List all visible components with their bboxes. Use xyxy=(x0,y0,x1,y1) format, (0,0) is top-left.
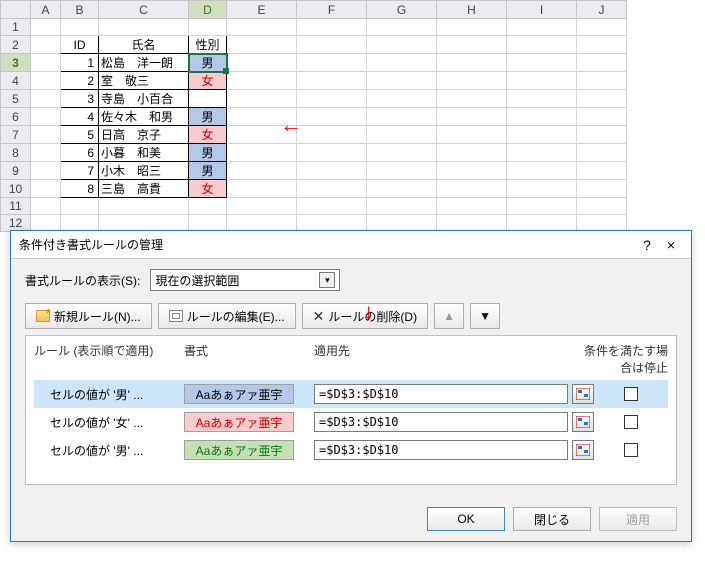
stop-if-true-checkbox[interactable] xyxy=(624,415,638,429)
cell-sex[interactable]: 男 xyxy=(189,162,227,180)
edit-rule-icon xyxy=(169,310,183,322)
cell-id[interactable]: 4 xyxy=(61,108,99,126)
row-8[interactable]: 8 xyxy=(1,144,31,162)
applies-to-input[interactable] xyxy=(314,384,568,404)
cell-name[interactable]: 佐々木 和男 xyxy=(99,108,189,126)
hdr-format: 書式 xyxy=(184,342,314,376)
row-4[interactable]: 4 xyxy=(1,72,31,90)
delete-icon: ✕ xyxy=(313,308,325,325)
hdr-name[interactable]: 氏名 xyxy=(99,36,189,54)
rules-list: ルール (表示順で適用) 書式 適用先 条件を満たす場合は停止 セルの値が '男… xyxy=(25,335,677,485)
show-rules-combo[interactable]: 現在の選択範囲 ▾ xyxy=(150,269,340,291)
stop-if-true-checkbox[interactable] xyxy=(624,443,638,457)
row-3[interactable]: 3 xyxy=(1,54,31,72)
cell-name[interactable]: 室 敬三 xyxy=(99,72,189,90)
arrow-annotation-left: ← xyxy=(280,112,302,138)
rule-row[interactable]: セルの値が '男' ...Aaあぁアァ亜宇 xyxy=(34,380,668,408)
rule-label: セルの値が '男' ... xyxy=(34,386,184,403)
hdr-stop: 条件を満たす場合は停止 xyxy=(574,342,668,376)
format-preview: Aaあぁアァ亜宇 xyxy=(184,412,294,432)
move-down-button[interactable]: ▼ xyxy=(470,303,500,329)
col-D[interactable]: D xyxy=(189,1,227,19)
range-select-button[interactable] xyxy=(572,412,594,432)
close-button[interactable]: 閉じる xyxy=(513,507,591,531)
row-7[interactable]: 7 xyxy=(1,126,31,144)
cell-sex[interactable]: 男 xyxy=(189,108,227,126)
spreadsheet: A B C D E F G H I J 1 2 ID 氏名 性別 31松島 洋一… xyxy=(0,0,705,232)
stop-if-true-checkbox[interactable] xyxy=(624,387,638,401)
new-rule-button[interactable]: 新規ルール(N)... xyxy=(25,303,152,329)
help-button[interactable]: ? xyxy=(635,237,659,253)
rule-row[interactable]: セルの値が '男' ...Aaあぁアァ亜宇 xyxy=(34,436,668,464)
row-11[interactable]: 11 xyxy=(1,198,31,215)
show-rules-value: 現在の選択範囲 xyxy=(155,272,239,289)
hdr-id[interactable]: ID xyxy=(61,36,99,54)
hdr-rule: ルール (表示順で適用) xyxy=(34,342,184,376)
rule-row[interactable]: セルの値が '女' ...Aaあぁアァ亜宇 xyxy=(34,408,668,436)
dialog-titlebar[interactable]: 条件付き書式ルールの管理 ? × xyxy=(11,231,691,259)
cell-name[interactable]: 三島 高貴 xyxy=(99,180,189,198)
col-I[interactable]: I xyxy=(507,1,577,19)
row-10[interactable]: 10 xyxy=(1,180,31,198)
triangle-up-icon: ▲ xyxy=(443,309,455,323)
arrow-annotation-down: ↓ xyxy=(363,299,374,325)
cell-name[interactable]: 小暮 和美 xyxy=(99,144,189,162)
dialog-title: 条件付き書式ルールの管理 xyxy=(19,236,163,253)
cell-id[interactable]: 1 xyxy=(61,54,99,72)
apply-button[interactable]: 適用 xyxy=(599,507,677,531)
row-2[interactable]: 2 xyxy=(1,36,31,54)
cell-sex[interactable]: 女 xyxy=(189,180,227,198)
format-preview: Aaあぁアァ亜宇 xyxy=(184,440,294,460)
cell-sex[interactable]: 男 xyxy=(189,54,227,72)
col-J[interactable]: J xyxy=(577,1,627,19)
move-up-button[interactable]: ▲ xyxy=(434,303,464,329)
cell-id[interactable]: 5 xyxy=(61,126,99,144)
format-preview: Aaあぁアァ亜宇 xyxy=(184,384,294,404)
chevron-down-icon: ▾ xyxy=(319,272,335,288)
applies-to-input[interactable] xyxy=(314,440,568,460)
range-select-button[interactable] xyxy=(572,440,594,460)
row-12[interactable]: 12 xyxy=(1,215,31,232)
select-all-cell[interactable] xyxy=(1,1,31,19)
cell-sex[interactable] xyxy=(189,90,227,108)
close-icon[interactable]: × xyxy=(659,237,683,253)
cell-name[interactable]: 日高 京子 xyxy=(99,126,189,144)
cell-id[interactable]: 6 xyxy=(61,144,99,162)
rule-label: セルの値が '男' ... xyxy=(34,442,184,459)
hdr-range: 適用先 xyxy=(314,342,574,376)
cf-rules-manager-dialog: 条件付き書式ルールの管理 ? × 書式ルールの表示(S): 現在の選択範囲 ▾ … xyxy=(10,230,692,542)
cell-name[interactable]: 寺島 小百合 xyxy=(99,90,189,108)
cell-name[interactable]: 小木 昭三 xyxy=(99,162,189,180)
range-select-button[interactable] xyxy=(572,384,594,404)
cell-sex[interactable]: 女 xyxy=(189,72,227,90)
col-B[interactable]: B xyxy=(61,1,99,19)
row-5[interactable]: 5 xyxy=(1,90,31,108)
col-F[interactable]: F xyxy=(297,1,367,19)
cell-name[interactable]: 松島 洋一朗 xyxy=(99,54,189,72)
row-6[interactable]: 6 xyxy=(1,108,31,126)
edit-rule-button[interactable]: ルールの編集(E)... xyxy=(158,303,296,329)
cell-sex[interactable]: 女 xyxy=(189,126,227,144)
hdr-sex[interactable]: 性別 xyxy=(189,36,227,54)
col-H[interactable]: H xyxy=(437,1,507,19)
col-G[interactable]: G xyxy=(367,1,437,19)
row-9[interactable]: 9 xyxy=(1,162,31,180)
rule-label: セルの値が '女' ... xyxy=(34,414,184,431)
triangle-down-icon: ▼ xyxy=(479,309,491,323)
cell-sex[interactable]: 男 xyxy=(189,144,227,162)
applies-to-input[interactable] xyxy=(314,412,568,432)
column-headers: A B C D E F G H I J xyxy=(1,1,627,19)
ok-button[interactable]: OK xyxy=(427,507,505,531)
row-1[interactable]: 1 xyxy=(1,19,31,36)
cell-id[interactable]: 8 xyxy=(61,180,99,198)
col-A[interactable]: A xyxy=(31,1,61,19)
show-rules-label: 書式ルールの表示(S): xyxy=(25,272,140,289)
cell-id[interactable]: 3 xyxy=(61,90,99,108)
col-C[interactable]: C xyxy=(99,1,189,19)
cell-id[interactable]: 7 xyxy=(61,162,99,180)
cell-id[interactable]: 2 xyxy=(61,72,99,90)
new-rule-icon xyxy=(36,310,50,322)
col-E[interactable]: E xyxy=(227,1,297,19)
